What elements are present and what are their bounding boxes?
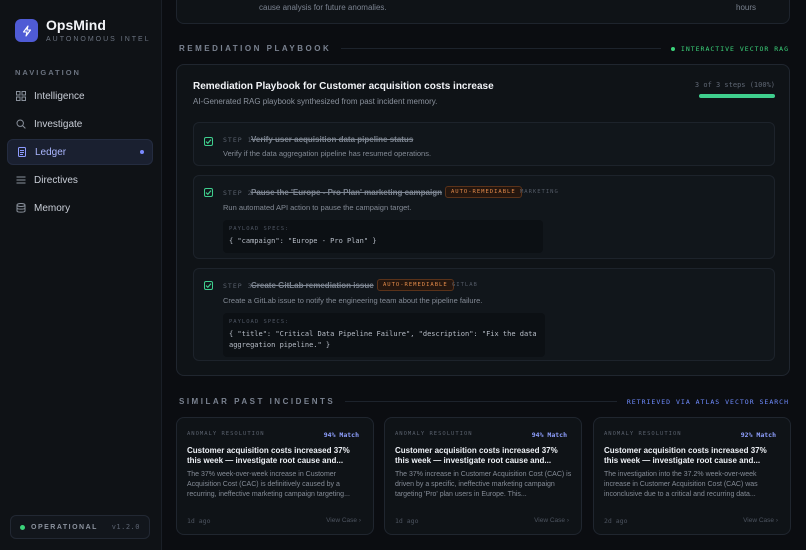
- view-case-link[interactable]: View Case ›: [743, 517, 778, 524]
- incident-description: The investigation into the 37.2% week-ov…: [604, 471, 758, 498]
- checkbox-checked[interactable]: [204, 281, 213, 290]
- status-dot: [670, 46, 675, 51]
- sidebar-item-label: Investigate: [34, 118, 83, 130]
- list-icon: [16, 175, 26, 185]
- view-case-label: View Case: [534, 517, 566, 524]
- auto-remediable-badge: AUTO-REMEDIABLE: [377, 279, 454, 291]
- step-number: STEP 2: [223, 189, 253, 197]
- payload-code: { "title": "Critical Data Pipeline Failu…: [229, 330, 537, 349]
- progress-text: 3 of 3 steps (100%): [694, 81, 775, 89]
- incident-tag: ANOMALY RESOLUTION: [604, 431, 682, 437]
- incident-age: 1d ago: [187, 517, 211, 525]
- sidebar: OpsMind AUTONOMOUS INTEL NAVIGATION Inte…: [0, 0, 162, 550]
- lightning-icon: [15, 19, 38, 42]
- nav-title: NAVIGATION: [15, 68, 81, 77]
- grid-icon: [16, 91, 26, 101]
- chevron-right-icon: ›: [566, 517, 569, 524]
- checkbox-checked[interactable]: [204, 188, 213, 197]
- sidebar-item-memory[interactable]: Memory: [7, 195, 153, 221]
- incident-description: The 37% week-over-week increase in Custo…: [187, 471, 350, 498]
- similar-incidents-section-header: SIMILAR PAST INCIDENTS RETRIEVED VIA ATL…: [179, 397, 789, 406]
- system-status: OPERATIONAL v1.2.0: [10, 515, 150, 539]
- playbook-title: Remediation Playbook for Customer acquis…: [193, 81, 494, 92]
- incident-description: The 37% increase in Customer Acquisition…: [395, 471, 572, 498]
- playbook-step[interactable]: STEP 3 Create GitLab remediation issue A…: [193, 268, 775, 361]
- chevron-right-icon: ›: [358, 517, 361, 524]
- playbook-step[interactable]: STEP 2 Pause the 'Europe - Pro Plan' mar…: [193, 175, 775, 259]
- incident-card[interactable]: ANOMALY RESOLUTION 94% Match Customer ac…: [176, 417, 374, 535]
- database-icon: [16, 203, 26, 213]
- incident-tag: ANOMALY RESOLUTION: [395, 431, 473, 437]
- incident-age: 2d ago: [604, 517, 628, 525]
- active-indicator: [140, 150, 144, 154]
- document-icon: [17, 147, 27, 157]
- incident-card[interactable]: ANOMALY RESOLUTION 92% Match Customer ac…: [593, 417, 791, 535]
- tool-badge: GITLAB: [452, 282, 478, 288]
- step-description: Create a GitLab issue to notify the engi…: [223, 296, 483, 305]
- playbook-subtitle: AI-Generated RAG playbook synthesized fr…: [193, 97, 438, 106]
- payload-block: PAYLOAD SPECS: { "campaign": "Europe - P…: [223, 220, 543, 253]
- tool-badge: MARKETING: [520, 189, 559, 195]
- step-number: STEP 3: [223, 282, 253, 290]
- sidebar-item-label: Ledger: [35, 146, 67, 158]
- step-number: STEP 1: [223, 136, 253, 144]
- chevron-right-icon: ›: [775, 517, 778, 524]
- step-name: Create GitLab remediation issue: [251, 281, 374, 290]
- remediation-section-header: REMEDIATION PLAYBOOK INTERACTIVE VECTOR …: [179, 44, 789, 53]
- playbook-step[interactable]: STEP 1 Verify user acquisition data pipe…: [193, 122, 775, 166]
- incident-age: 1d ago: [395, 517, 419, 525]
- view-case-link[interactable]: View Case ›: [534, 517, 569, 524]
- progress-bar: [699, 94, 775, 98]
- search-icon: [16, 119, 26, 129]
- brand-subtitle: AUTONOMOUS INTEL: [46, 36, 151, 43]
- payload-label: PAYLOAD SPECS:: [229, 226, 290, 232]
- nav-list: Intelligence Investigate Ledger Directiv…: [7, 83, 153, 223]
- sidebar-item-directives[interactable]: Directives: [7, 167, 153, 193]
- view-case-label: View Case: [743, 517, 775, 524]
- payload-code: { "campaign": "Europe - Pro Plan" }: [229, 237, 377, 245]
- brand-name: OpsMind: [46, 17, 106, 33]
- sidebar-item-intelligence[interactable]: Intelligence: [7, 83, 153, 109]
- section-tag-label: INTERACTIVE VECTOR RAG: [680, 44, 789, 53]
- incident-title: Customer acquisition costs increased 37%…: [395, 446, 558, 465]
- step-name: Pause the 'Europe - Pro Plan' marketing …: [251, 188, 442, 197]
- summary-text: cause analysis for future anomalies.: [259, 3, 387, 12]
- step-name: Verify user acquisition data pipeline st…: [251, 135, 414, 144]
- sidebar-item-ledger[interactable]: Ledger: [7, 139, 153, 165]
- remediation-playbook: Remediation Playbook for Customer acquis…: [176, 64, 790, 376]
- match-score: 94% Match: [531, 431, 567, 439]
- payload-label: PAYLOAD SPECS:: [229, 319, 290, 325]
- progress-bar-fill: [699, 94, 775, 98]
- incident-title: Customer acquisition costs increased 37%…: [604, 446, 767, 465]
- section-title: SIMILAR PAST INCIDENTS: [179, 397, 336, 406]
- divider: [341, 48, 661, 49]
- section-tag: INTERACTIVE VECTOR RAG: [670, 44, 789, 53]
- match-score: 94% Match: [323, 431, 359, 439]
- sidebar-item-label: Intelligence: [34, 90, 85, 102]
- status-label: OPERATIONAL: [31, 523, 98, 531]
- auto-remediable-badge: AUTO-REMEDIABLE: [445, 186, 522, 198]
- section-title: REMEDIATION PLAYBOOK: [179, 44, 332, 53]
- checkbox-checked[interactable]: [204, 137, 213, 146]
- match-score: 92% Match: [740, 431, 776, 439]
- incident-card[interactable]: ANOMALY RESOLUTION 94% Match Customer ac…: [384, 417, 582, 535]
- sidebar-item-label: Memory: [34, 202, 71, 214]
- step-description: Run automated API action to pause the ca…: [223, 203, 412, 212]
- view-case-label: View Case: [326, 517, 358, 524]
- brand[interactable]: OpsMind AUTONOMOUS INTEL: [15, 18, 151, 43]
- summary-right-text: hours: [736, 3, 757, 12]
- incident-tag: ANOMALY RESOLUTION: [187, 431, 265, 437]
- incident-title: Customer acquisition costs increased 37%…: [187, 446, 350, 465]
- payload-block: PAYLOAD SPECS: { "title": "Critical Data…: [223, 313, 545, 357]
- summary-card: cause analysis for future anomalies. hou…: [176, 0, 790, 24]
- divider: [345, 401, 617, 402]
- version-label: v1.2.0: [111, 523, 140, 531]
- view-case-link[interactable]: View Case ›: [326, 517, 361, 524]
- step-description: Verify if the data aggregation pipeline …: [223, 149, 432, 158]
- sidebar-item-investigate[interactable]: Investigate: [7, 111, 153, 137]
- status-indicator: [20, 524, 25, 530]
- section-tag: RETRIEVED VIA ATLAS VECTOR SEARCH: [626, 397, 789, 406]
- sidebar-item-label: Directives: [34, 174, 78, 186]
